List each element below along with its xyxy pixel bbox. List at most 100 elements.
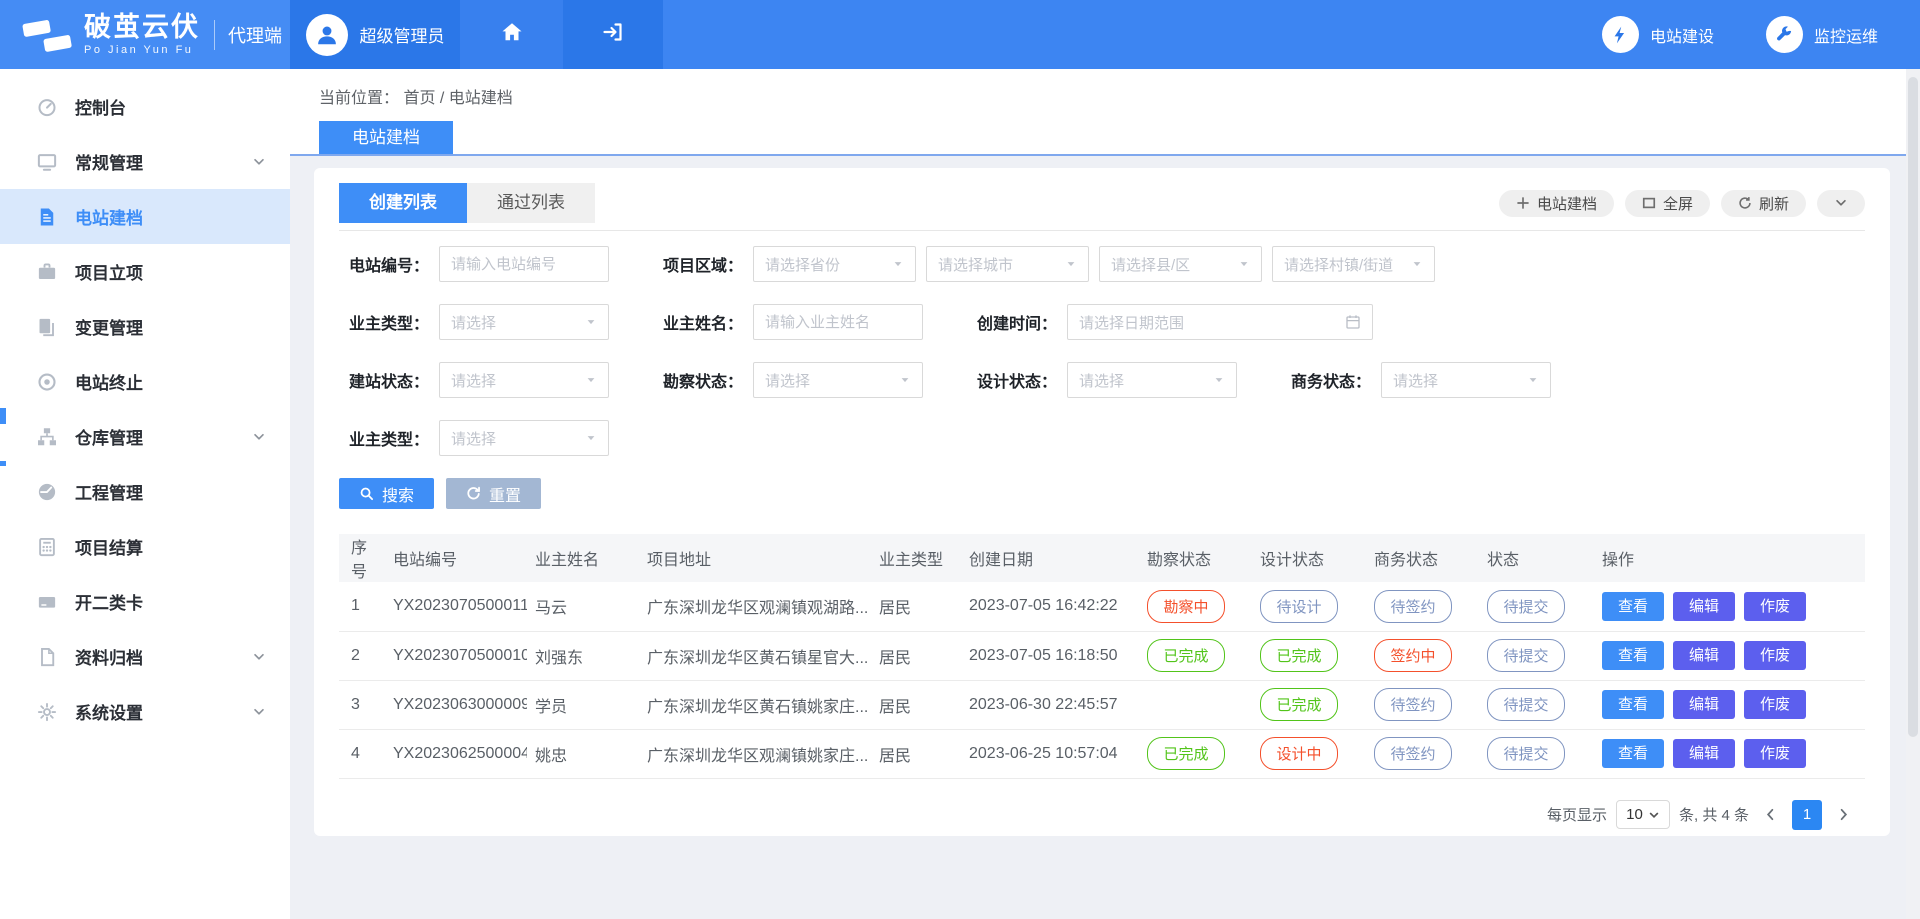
toolbar-collapse-button[interactable]: [1817, 190, 1865, 217]
column-header: 勘察状态: [1139, 534, 1252, 582]
survey-status-badge: 已完成: [1147, 639, 1225, 672]
column-header: 操作: [1594, 534, 1865, 582]
column-header: 创建日期: [961, 534, 1139, 582]
logout-button[interactable]: [563, 0, 663, 69]
filter-label: 业主类型：: [339, 426, 429, 450]
cell-date: 2023-06-30 22:45:57: [961, 680, 1139, 729]
caret-down-icon: [585, 374, 597, 386]
filter-group: 业主姓名：: [653, 304, 923, 340]
cell-no: 3: [339, 680, 385, 729]
breadcrumb-path[interactable]: 首页 / 电站建档: [403, 90, 512, 107]
cell-design: 已完成: [1252, 680, 1366, 729]
filter-input[interactable]: [753, 304, 923, 340]
cell-design: 设计中: [1252, 729, 1366, 778]
cell-address: 广东深圳龙华区观澜镇观湖路...: [639, 582, 871, 631]
sidebar-item-target[interactable]: 电站终止: [0, 354, 290, 409]
page-scrollbar[interactable]: [1906, 69, 1920, 919]
header-quick-links: 电站建设 监控运维: [1602, 0, 1878, 69]
next-page-button[interactable]: [1836, 807, 1851, 822]
filter-input[interactable]: [439, 246, 609, 282]
filter-select[interactable]: 请选择城市: [926, 246, 1089, 282]
filter-select[interactable]: 请选择: [439, 420, 609, 456]
per-page-select[interactable]: 10: [1616, 800, 1670, 829]
sidebar-item-file[interactable]: 资料归档: [0, 629, 290, 684]
view-button[interactable]: 查看: [1602, 690, 1664, 719]
void-button[interactable]: 作废: [1744, 690, 1806, 719]
void-button[interactable]: 作废: [1744, 739, 1806, 768]
toolbar-button[interactable]: 刷新: [1721, 190, 1806, 217]
filter-group: 建站状态：请选择: [339, 362, 609, 398]
filter-select[interactable]: 请选择村镇/街道: [1272, 246, 1435, 282]
sidebar-item-card[interactable]: 开二类卡: [0, 574, 290, 629]
panel-tab[interactable]: 通过列表: [467, 183, 595, 223]
column-header: 业主姓名: [527, 534, 639, 582]
reset-button[interactable]: 重置: [446, 478, 541, 509]
sidebar-item-gauge[interactable]: 工程管理: [0, 464, 290, 519]
filter-select[interactable]: 请选择: [1067, 362, 1237, 398]
prev-page-button[interactable]: [1763, 807, 1778, 822]
date-range-picker[interactable]: 请选择日期范围: [1067, 304, 1373, 340]
scrollbar-thumb[interactable]: [1908, 77, 1918, 737]
target-icon: [37, 372, 57, 392]
sidebar-item-sitemap[interactable]: 仓库管理: [0, 409, 290, 464]
void-button[interactable]: 作废: [1744, 592, 1806, 621]
view-button[interactable]: 查看: [1602, 739, 1664, 768]
sidebar-item-monitor[interactable]: 常规管理: [0, 134, 290, 189]
filter-select[interactable]: 请选择: [439, 304, 609, 340]
filter-select[interactable]: 请选择县/区: [1099, 246, 1262, 282]
edit-button[interactable]: 编辑: [1673, 592, 1735, 621]
filter-select[interactable]: 请选择省份: [753, 246, 916, 282]
current-user[interactable]: 超级管理员: [290, 0, 460, 69]
view-button[interactable]: 查看: [1602, 592, 1664, 621]
filter-select[interactable]: 请选择: [439, 362, 609, 398]
sidebar-item-calculator[interactable]: 项目结算: [0, 519, 290, 574]
quick-link[interactable]: 电站建设: [1602, 16, 1714, 53]
dashboard-icon: [37, 97, 57, 117]
view-button[interactable]: 查看: [1602, 641, 1664, 670]
cell-survey: [1139, 680, 1252, 729]
sidebar-item-copy[interactable]: 变更管理: [0, 299, 290, 354]
toolbar-button[interactable]: 电站建档: [1499, 190, 1614, 217]
quick-link[interactable]: 监控运维: [1766, 16, 1878, 53]
sidebar-item-label: 常规管理: [75, 149, 143, 174]
record-status-badge: 待提交: [1487, 639, 1565, 672]
sidebar-item-document[interactable]: 电站建档: [0, 189, 290, 244]
caret-down-icon: [892, 258, 904, 270]
cell-code: YX2023063000009: [385, 680, 527, 729]
gauge-icon: [37, 482, 57, 502]
sidebar-item-label: 工程管理: [75, 479, 143, 504]
business-status-badge: 待签约: [1374, 590, 1452, 623]
filter-select[interactable]: 请选择: [1381, 362, 1551, 398]
page-tab[interactable]: 电站建档: [319, 121, 453, 154]
caret-down-icon: [899, 374, 911, 386]
home-icon: [500, 20, 524, 49]
edit-button[interactable]: 编辑: [1673, 690, 1735, 719]
caret-down-icon: [585, 316, 597, 328]
void-button[interactable]: 作废: [1744, 641, 1806, 670]
filter-select[interactable]: 请选择: [753, 362, 923, 398]
search-button[interactable]: 搜索: [339, 478, 434, 509]
edit-button[interactable]: 编辑: [1673, 641, 1735, 670]
portal-label: 代理端: [214, 20, 282, 50]
page-number-button[interactable]: 1: [1792, 800, 1822, 830]
edit-button[interactable]: 编辑: [1673, 739, 1735, 768]
survey-status-badge: 勘察中: [1147, 590, 1225, 623]
design-status-badge: 设计中: [1260, 737, 1338, 770]
home-button[interactable]: [460, 0, 563, 69]
record-status-badge: 待提交: [1487, 688, 1565, 721]
sidebar-item-gear[interactable]: 系统设置: [0, 684, 290, 739]
breadcrumb-bar: 当前位置： 首页 / 电站建档 电站建档: [290, 69, 1920, 156]
filter-group: 业主类型： 请选择: [339, 420, 609, 456]
toolbar-button[interactable]: 全屏: [1625, 190, 1710, 217]
filter-label: 电站编号：: [339, 252, 429, 276]
sidebar-item-briefcase[interactable]: 项目立项: [0, 244, 290, 299]
filter-group: 创建时间：请选择日期范围: [967, 304, 1373, 340]
cell-actions: 查看编辑作废: [1594, 729, 1865, 778]
user-name: 超级管理员: [360, 22, 445, 47]
panel-tab[interactable]: 创建列表: [339, 183, 467, 223]
main-panel: 创建列表通过列表 电站建档全屏刷新 电站编号：项目区域：请选择省份请选择城市请选…: [314, 168, 1890, 836]
filter-actions: 搜索 重置: [339, 478, 1865, 509]
brand-area: 破茧云伏 Po Jian Yun Fu 代理端: [0, 0, 290, 69]
filter-label: 设计状态：: [967, 368, 1057, 392]
sidebar-item-dashboard[interactable]: 控制台: [0, 79, 290, 134]
